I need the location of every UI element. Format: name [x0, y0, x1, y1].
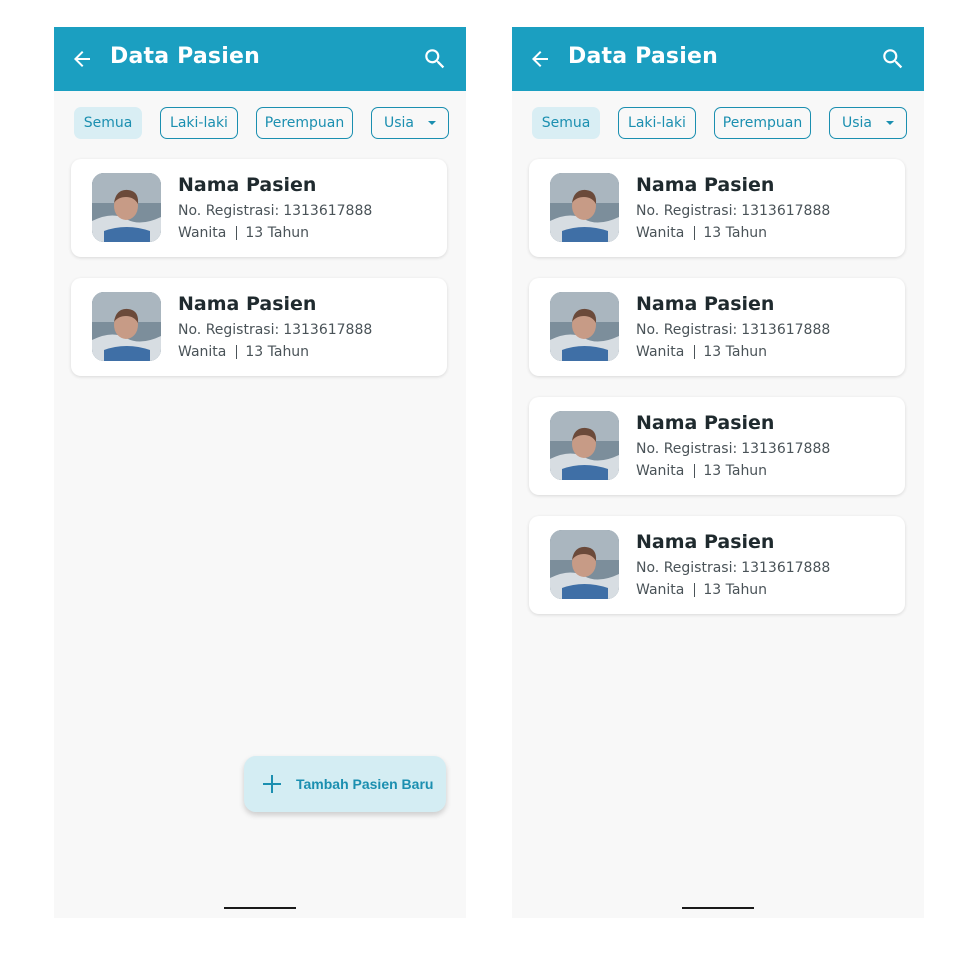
registration-value: 1313617888 [283, 203, 373, 219]
registration-number: No. Registrasi: 1313617888 [636, 560, 830, 576]
registration-value: 1313617888 [741, 203, 831, 219]
patient-name: Nama Pasien [178, 293, 317, 315]
filter-chip-all[interactable]: Semua [74, 107, 142, 139]
patient-name: Nama Pasien [636, 293, 775, 315]
patient-name: Nama Pasien [636, 531, 775, 553]
patient-card[interactable]: Nama Pasien No. Registrasi: 1313617888 Wa… [529, 278, 905, 376]
patient-age: 13 Tahun [703, 225, 768, 241]
filter-chip-female[interactable]: Perempuan [714, 107, 811, 139]
registration-value: 1313617888 [283, 322, 373, 338]
home-indicator[interactable] [682, 907, 754, 909]
registration-number: No. Registrasi: 1313617888 [636, 322, 830, 338]
patient-photo [550, 530, 619, 599]
filter-chip-label: Semua [83, 115, 133, 131]
filter-chip-label: Usia [383, 115, 414, 131]
registration-value: 1313617888 [741, 322, 831, 338]
patient-list-screen-with-fab: Data Pasien Semua Laki-laki Perempuan Us… [54, 27, 466, 918]
patient-card[interactable]: Nama Pasien No. Registrasi: 1313617888 Wa… [529, 397, 905, 495]
search-icon[interactable] [422, 46, 448, 72]
patient-gender: Wanita [178, 344, 227, 360]
registration-label: No. Registrasi: [636, 560, 738, 576]
patient-age: 13 Tahun [703, 463, 768, 479]
registration-number: No. Registrasi: 1313617888 [636, 441, 830, 457]
add-patient-label: Tambah Pasien Baru [296, 776, 434, 792]
registration-number: No. Registrasi: 1313617888 [178, 203, 372, 219]
dropdown-caret-icon [428, 121, 436, 125]
patient-photo [92, 173, 161, 242]
add-patient-button[interactable]: Tambah Pasien Baru [244, 756, 446, 812]
patient-age: 13 Tahun [245, 225, 310, 241]
registration-number: No. Registrasi: 1313617888 [636, 203, 830, 219]
registration-number: No. Registrasi: 1313617888 [178, 322, 372, 338]
patient-card[interactable]: Nama Pasien No. Registrasi: 1313617888 Wa… [529, 516, 905, 614]
patient-age: 13 Tahun [703, 344, 768, 360]
filter-chip-label: Laki-laki [170, 115, 228, 131]
patient-gender: Wanita [636, 582, 685, 598]
filter-chip-label: Usia [841, 115, 872, 131]
patient-gender: Wanita [178, 225, 227, 241]
patient-photo [92, 292, 161, 361]
patient-meta: Wanita 13 Tahun [178, 225, 309, 241]
filter-chip-label: Laki-laki [628, 115, 686, 131]
arrow-back-icon[interactable] [70, 47, 94, 71]
filter-chip-male[interactable]: Laki-laki [618, 107, 696, 139]
divider [694, 226, 696, 240]
filter-chip-label: Perempuan [722, 115, 803, 131]
home-indicator[interactable] [224, 907, 296, 909]
patient-age: 13 Tahun [245, 344, 310, 360]
patient-list-screen: Data Pasien Semua Laki-laki Perempuan Us… [512, 27, 924, 918]
patient-gender: Wanita [636, 225, 685, 241]
patient-meta: Wanita 13 Tahun [636, 463, 767, 479]
patient-card[interactable]: Nama Pasien No. Registrasi: 1313617888 Wa… [529, 159, 905, 257]
patient-name: Nama Pasien [636, 174, 775, 196]
registration-label: No. Registrasi: [636, 203, 738, 219]
patient-name: Nama Pasien [178, 174, 317, 196]
patient-meta: Wanita 13 Tahun [636, 225, 767, 241]
patient-photo [550, 173, 619, 242]
divider [236, 345, 238, 359]
dropdown-caret-icon [886, 121, 894, 125]
patient-card[interactable]: Nama Pasien No. Registrasi: 1313617888 Wa… [71, 159, 447, 257]
search-icon[interactable] [880, 46, 906, 72]
patient-card[interactable]: Nama Pasien No. Registrasi: 1313617888 Wa… [71, 278, 447, 376]
page-title: Data Pasien [568, 44, 718, 69]
patient-gender: Wanita [636, 344, 685, 360]
patient-meta: Wanita 13 Tahun [178, 344, 309, 360]
app-bar: Data Pasien [54, 27, 466, 91]
app-bar: Data Pasien [512, 27, 924, 91]
registration-label: No. Registrasi: [178, 322, 280, 338]
registration-label: No. Registrasi: [636, 441, 738, 457]
patient-age: 13 Tahun [703, 582, 768, 598]
patient-photo [550, 411, 619, 480]
filter-chip-label: Perempuan [264, 115, 345, 131]
arrow-back-icon[interactable] [528, 47, 552, 71]
plus-icon [262, 774, 282, 794]
filter-dropdown-age[interactable]: Usia [371, 107, 449, 139]
registration-label: No. Registrasi: [178, 203, 280, 219]
patient-name: Nama Pasien [636, 412, 775, 434]
divider [236, 226, 238, 240]
registration-label: No. Registrasi: [636, 322, 738, 338]
patient-gender: Wanita [636, 463, 685, 479]
divider [694, 464, 696, 478]
registration-value: 1313617888 [741, 441, 831, 457]
patient-meta: Wanita 13 Tahun [636, 344, 767, 360]
filter-chip-male[interactable]: Laki-laki [160, 107, 238, 139]
page-title: Data Pasien [110, 44, 260, 69]
divider [694, 345, 696, 359]
patient-photo [550, 292, 619, 361]
filter-chip-label: Semua [541, 115, 591, 131]
filter-dropdown-age[interactable]: Usia [829, 107, 907, 139]
filter-chip-female[interactable]: Perempuan [256, 107, 353, 139]
patient-meta: Wanita 13 Tahun [636, 582, 767, 598]
divider [694, 583, 696, 597]
registration-value: 1313617888 [741, 560, 831, 576]
filter-chip-all[interactable]: Semua [532, 107, 600, 139]
